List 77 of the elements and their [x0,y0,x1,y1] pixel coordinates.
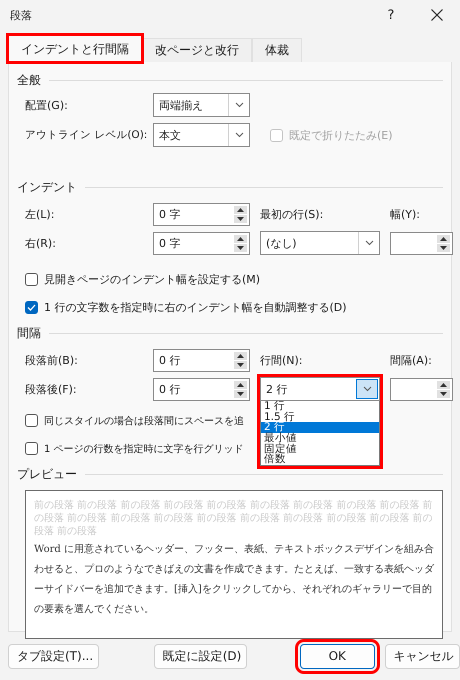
dropdown[interactable]: 2 行 [260,377,380,401]
preview-text: Word に用意されているヘッダー、フッター、表紙、テキストボックスデザインを組み合わせると、プロのようなできばえの文書を作成できます。たとえば、一致する表紙ヘッダーサイドバーを追加できます。[挿入]をクリックしてから、それぞれのギャラリーで目的の要素を選んでください。 [34,542,436,617]
spin-up-button[interactable] [234,380,247,388]
section-heading: 間隔 [17,324,41,342]
dropdown-option[interactable]: 1.5 行 [261,412,379,422]
up-triangle-icon [440,382,447,386]
field-label: 右(R): [25,236,56,250]
checkbox-label: 1 ページの行数を指定時に文字を行グリッド [44,442,244,456]
field-label: 行間(N): [260,353,303,368]
up-triangle-icon [237,236,244,240]
checkbox[interactable] [25,442,38,455]
down-triangle-icon [440,246,447,250]
spin-down-button[interactable] [234,361,247,369]
spin-field[interactable]: 0 行 [153,349,250,372]
field-label: 段落前(B): [25,353,78,368]
checkbox[interactable] [25,301,38,314]
field-label: 幅(Y): [390,207,420,222]
chevron-icon [234,132,244,138]
field-label: 左(L): [25,207,54,222]
window-title: 段落 [10,8,33,22]
dialog-button[interactable]: 既定に設定(D) [154,644,247,668]
up-triangle-icon [237,382,244,386]
field-label: アウトライン レベル(O): [25,128,148,142]
checkbox-label: 同じスタイルの場合は段落間にスペースを追 [44,414,244,428]
help-button[interactable]: ? [376,8,406,22]
up-triangle-icon [237,354,244,358]
down-triangle-icon [237,217,244,221]
spin-up-button[interactable] [234,206,247,214]
tab[interactable]: 体裁 [252,38,302,62]
checkbox[interactable] [25,273,38,286]
spin-field[interactable] [390,232,453,254]
checkbox[interactable] [25,414,38,427]
up-triangle-icon [440,236,447,240]
down-triangle-icon [440,392,447,396]
spin-field[interactable]: 0 行 [153,378,250,400]
section-heading: インデント [17,178,77,196]
chevron-icon [234,102,244,108]
tab[interactable]: 改ページと改行 [142,38,252,62]
close-icon [431,9,443,21]
spin-field[interactable]: 0 字 [153,232,250,254]
chevron-icon [364,240,374,246]
up-triangle-icon [237,208,244,212]
field-label: 間隔(A): [390,353,432,368]
dialog-button[interactable]: タブ設定(T)... [8,644,99,668]
dropdown[interactable]: 両端揃え [153,93,250,117]
dropdown[interactable]: 本文 [153,123,250,147]
spin-down-button[interactable] [437,390,450,398]
dropdown-option[interactable]: 固定値 [261,444,379,454]
spin-up-button[interactable] [437,234,450,242]
dropdown-option[interactable]: 最小値 [261,433,379,444]
dropdown-option[interactable]: 倍数 [261,454,379,466]
field-label: 段落後(F): [25,382,77,396]
field-label: 最初の行(S): [260,207,324,222]
down-triangle-icon [237,246,244,250]
spin-up-button[interactable] [437,380,450,388]
dialog-button[interactable]: キャンセル [384,644,460,668]
chevron-icon [362,386,372,392]
spin-up-button[interactable] [234,352,247,360]
spin-down-button[interactable] [234,390,247,398]
dropdown[interactable]: (なし) [260,231,380,255]
spin-down-button[interactable] [234,215,247,223]
tab[interactable]: インデントと行間隔 [8,35,142,62]
checkbox-label: 1 行の文字数を指定時に右のインデント幅を自動調整する(D) [44,300,347,315]
down-triangle-icon [237,363,244,367]
checkbox-label: 見開きページのインデント幅を設定する(M) [44,272,260,287]
spin-up-button[interactable] [234,234,247,242]
spin-field[interactable]: 0 字 [153,203,250,226]
section-heading: プレビュー [17,466,77,482]
spin-field[interactable] [390,378,453,400]
down-triangle-icon [237,392,244,396]
spin-down-button[interactable] [234,244,247,252]
dropdown-option[interactable]: 1 行 [261,401,379,412]
checkbox-label: 既定で折りたたみ(E) [289,128,393,142]
spin-down-button[interactable] [437,244,450,252]
field-label: 配置(G): [25,98,68,112]
section-heading: 全般 [17,72,41,88]
dropdown-option[interactable]: 2 行 [261,422,379,434]
